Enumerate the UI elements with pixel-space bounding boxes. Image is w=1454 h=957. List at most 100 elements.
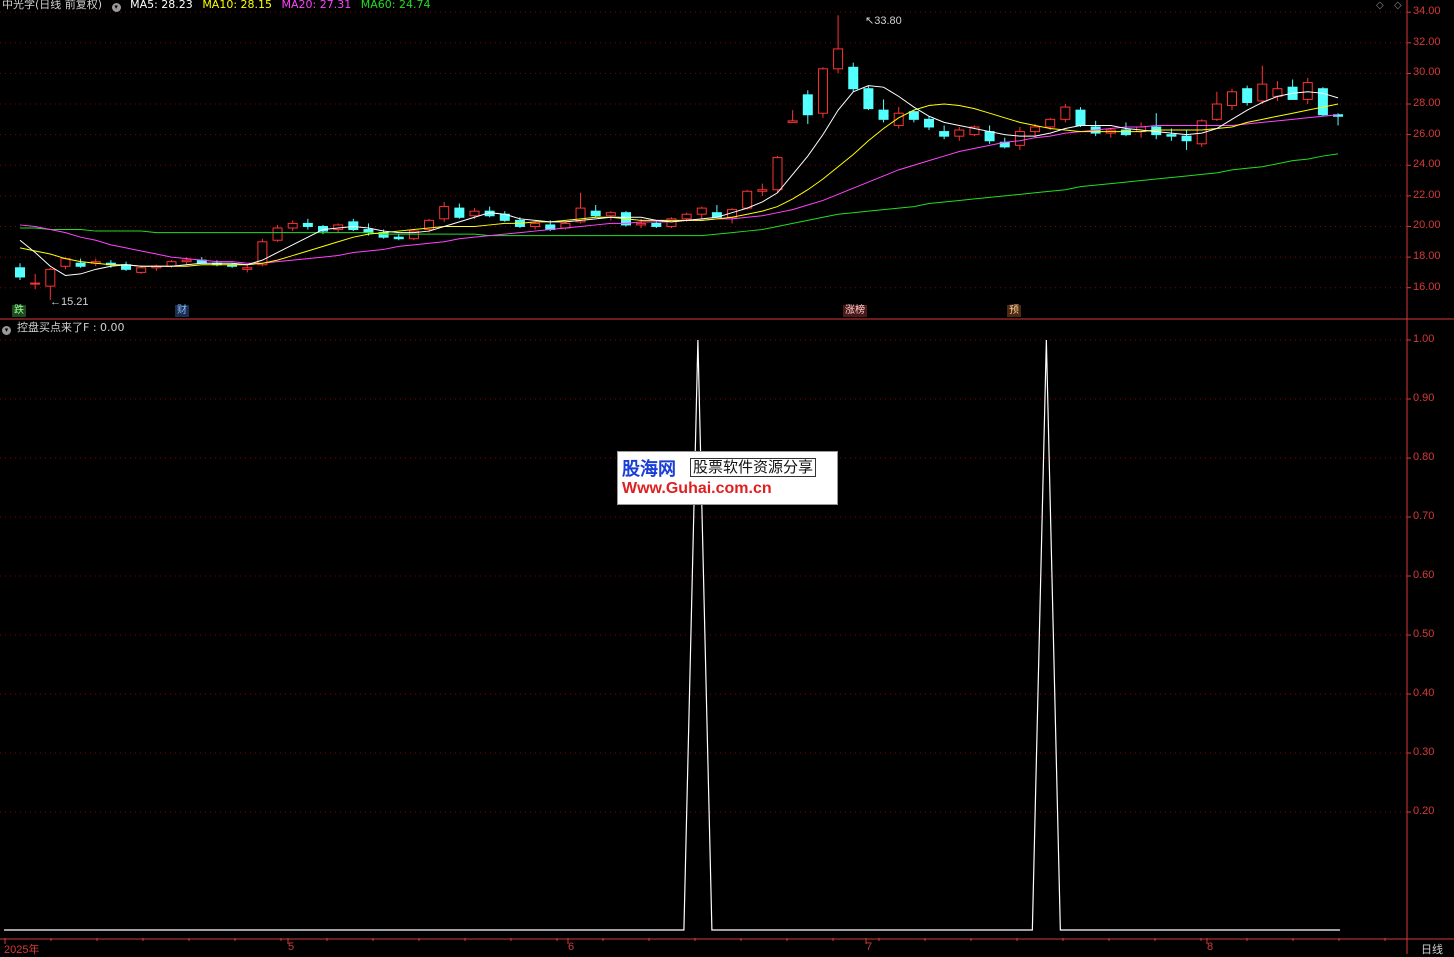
candle-down [1242, 88, 1253, 103]
candle-down [590, 210, 601, 217]
candle-down [1181, 135, 1192, 142]
price-tick-label: 28.00 [1413, 97, 1441, 110]
candle-down [393, 236, 404, 240]
diamond-icon-2[interactable]: ◇ [1394, 0, 1402, 11]
candle-up [30, 282, 41, 285]
indicator-tick-label: 0.60 [1413, 569, 1435, 581]
candle-up [696, 207, 707, 215]
indicator-legend: ▾ 控盘买点来了F : 0.00 [2, 321, 131, 335]
candle-up [45, 268, 56, 287]
period-label[interactable]: 日线 [1421, 941, 1443, 957]
candle-up [954, 129, 965, 137]
candlestick-series[interactable] [15, 15, 1344, 300]
candle-down [1075, 109, 1086, 126]
marker-drop[interactable]: 跌 [12, 305, 26, 317]
candle-up [1227, 91, 1237, 107]
candle-up [605, 212, 616, 217]
candle-up [1014, 131, 1025, 146]
candle-up [136, 267, 147, 273]
moving-average-lines [19, 85, 1339, 276]
candle-down [908, 111, 919, 120]
indicator-settings-icon[interactable]: ▾ [2, 326, 11, 335]
price-tick-label: 20.00 [1413, 219, 1441, 232]
candle-up [1302, 82, 1313, 100]
indicator-tick-label: 0.40 [1413, 687, 1435, 699]
indicator-tick-label: 0.90 [1413, 392, 1435, 404]
ma60-label: MA60: 24.74 [360, 0, 431, 11]
candle-up [636, 222, 647, 226]
price-tick-label: 34.00 [1413, 5, 1441, 18]
stock-title[interactable]: 中光学(日线 前复权) [2, 0, 102, 11]
price-tick-label: 24.00 [1413, 158, 1441, 171]
candle-down [863, 88, 874, 110]
candle-up [817, 68, 828, 114]
candle-down [1166, 134, 1177, 137]
candle-up [833, 48, 844, 70]
candle-down [75, 262, 86, 267]
candle-up [287, 222, 298, 229]
candle-up [1257, 83, 1268, 102]
candle-down [802, 94, 813, 116]
candle-up [1030, 126, 1041, 133]
candle-up [60, 258, 71, 267]
candle-down [348, 221, 359, 231]
x-label-july: 7 [866, 941, 873, 953]
settings-icon[interactable]: ▾ [111, 3, 121, 12]
candle-down [454, 207, 465, 218]
candle-up [681, 213, 692, 220]
price-tick-label: 32.00 [1413, 35, 1441, 48]
price-tick-label: 22.00 [1413, 188, 1441, 201]
low-price-label: ←15.21 [50, 296, 89, 308]
watermark-brand: 股海网 [622, 459, 676, 480]
candle-up [530, 222, 541, 227]
price-tick-label: 18.00 [1413, 250, 1441, 263]
candle-up [742, 190, 753, 209]
ma60-line [20, 153, 1339, 237]
candle-up [272, 227, 283, 241]
ma10-label: MA10: 28.15 [202, 0, 273, 11]
candle-up [1211, 103, 1222, 120]
indicator-tick-label: 0.50 [1413, 628, 1435, 640]
watermark-slogan: 股票软件资源分享 [690, 458, 817, 477]
candle-down [1120, 129, 1131, 136]
candle-up [469, 210, 480, 217]
ma20-line [19, 114, 1339, 264]
x-label-august: 8 [1207, 941, 1214, 953]
candle-down [878, 109, 889, 120]
indicator-tick-label: 0.30 [1413, 746, 1435, 758]
watermark-logo: 股海网 股票软件资源分享 Www.Guhai.com.cn [617, 451, 838, 505]
price-tick-label: 30.00 [1413, 66, 1441, 79]
marker-forecast[interactable]: 预 [1007, 305, 1021, 317]
indicator-tick-label: 0.80 [1413, 451, 1435, 463]
x-label-may: 5 [288, 941, 295, 953]
price-tick-label: 26.00 [1413, 127, 1441, 140]
candle-up [181, 259, 192, 263]
candle-down [651, 222, 662, 227]
marker-limit-up-list[interactable]: 涨榜 [843, 305, 867, 317]
candle-up [772, 157, 783, 191]
candle-down [302, 222, 313, 227]
candle-up [893, 112, 904, 126]
indicator-tick-label: 0.20 [1413, 805, 1435, 817]
price-legend: 中光学(日线 前复权) ▾ MA5: 28.23 MA10: 28.15 MA2… [2, 0, 436, 12]
candle-up [1045, 118, 1056, 128]
diamond-icon[interactable]: ◇ [1376, 0, 1384, 11]
x-label-year: 2025年 [4, 944, 40, 956]
candle-up [1272, 88, 1283, 97]
indicator-series [4, 339, 1341, 931]
price-tick-label: 16.00 [1413, 280, 1441, 293]
indicator-label: 控盘买点来了F : 0.00 [17, 321, 125, 334]
ma5-label: MA5: 28.23 [130, 0, 193, 11]
x-label-june: 6 [568, 941, 575, 953]
indicator-tick-label: 1.00 [1413, 333, 1435, 345]
candle-up [787, 120, 798, 123]
candle-down [984, 131, 995, 142]
candle-down [848, 66, 859, 90]
ma20-label: MA20: 27.31 [281, 0, 352, 11]
candle-down [924, 118, 934, 128]
marker-finance[interactable]: 财 [175, 305, 189, 317]
indicator-tick-label: 0.70 [1413, 510, 1435, 522]
candle-up [439, 206, 450, 220]
candle-down [15, 267, 25, 278]
indicator-line [4, 339, 1341, 931]
